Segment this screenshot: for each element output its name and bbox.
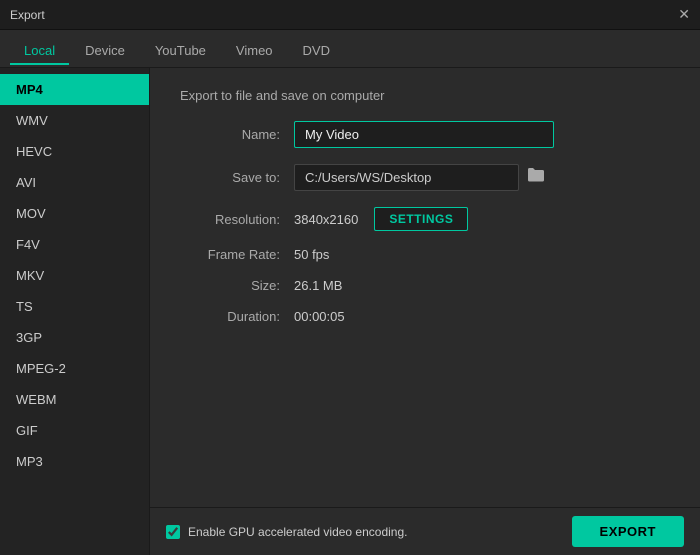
folder-button[interactable] bbox=[527, 167, 545, 188]
content-wrapper: Export to file and save on computer Name… bbox=[150, 68, 700, 555]
gpu-checkbox[interactable] bbox=[166, 525, 180, 539]
sidebar-item-webm[interactable]: WEBM bbox=[0, 384, 149, 415]
export-button[interactable]: EXPORT bbox=[572, 516, 684, 547]
settings-button[interactable]: SETTINGS bbox=[374, 207, 468, 231]
name-row: Name: bbox=[180, 121, 670, 148]
bottom-bar: Enable GPU accelerated video encoding. E… bbox=[150, 507, 700, 555]
main-container: MP4 WMV HEVC AVI MOV F4V MKV TS 3GP MPEG… bbox=[0, 68, 700, 555]
frame-rate-label: Frame Rate: bbox=[180, 247, 280, 262]
close-button[interactable]: ✕ bbox=[678, 6, 690, 23]
resolution-row: Resolution: 3840x2160 SETTINGS bbox=[180, 207, 670, 231]
gpu-checkbox-text: Enable GPU accelerated video encoding. bbox=[188, 525, 407, 539]
title-bar: Export ✕ bbox=[0, 0, 700, 30]
duration-value: 00:00:05 bbox=[294, 309, 345, 324]
sidebar-item-3gp[interactable]: 3GP bbox=[0, 322, 149, 353]
sidebar-item-mkv[interactable]: MKV bbox=[0, 260, 149, 291]
name-input[interactable] bbox=[294, 121, 554, 148]
gpu-checkbox-label[interactable]: Enable GPU accelerated video encoding. bbox=[166, 525, 407, 539]
save-to-container bbox=[294, 164, 545, 191]
sidebar: MP4 WMV HEVC AVI MOV F4V MKV TS 3GP MPEG… bbox=[0, 68, 150, 555]
name-label: Name: bbox=[180, 127, 280, 142]
content-panel: Export to file and save on computer Name… bbox=[150, 68, 700, 507]
tab-dvd[interactable]: DVD bbox=[289, 38, 344, 65]
sidebar-item-avi[interactable]: AVI bbox=[0, 167, 149, 198]
resolution-container: 3840x2160 SETTINGS bbox=[294, 207, 468, 231]
tab-device[interactable]: Device bbox=[71, 38, 139, 65]
resolution-label: Resolution: bbox=[180, 212, 280, 227]
sidebar-item-ts[interactable]: TS bbox=[0, 291, 149, 322]
tab-bar: Local Device YouTube Vimeo DVD bbox=[0, 30, 700, 68]
size-label: Size: bbox=[180, 278, 280, 293]
tab-local[interactable]: Local bbox=[10, 38, 69, 65]
window-title: Export bbox=[10, 8, 45, 22]
size-value: 26.1 MB bbox=[294, 278, 342, 293]
sidebar-item-gif[interactable]: GIF bbox=[0, 415, 149, 446]
frame-rate-value: 50 fps bbox=[294, 247, 329, 262]
duration-row: Duration: 00:00:05 bbox=[180, 309, 670, 324]
sidebar-item-mpeg2[interactable]: MPEG-2 bbox=[0, 353, 149, 384]
save-to-input[interactable] bbox=[294, 164, 519, 191]
section-title: Export to file and save on computer bbox=[180, 88, 670, 103]
sidebar-item-wmv[interactable]: WMV bbox=[0, 105, 149, 136]
save-to-label: Save to: bbox=[180, 170, 280, 185]
sidebar-item-f4v[interactable]: F4V bbox=[0, 229, 149, 260]
tab-vimeo[interactable]: Vimeo bbox=[222, 38, 287, 65]
duration-label: Duration: bbox=[180, 309, 280, 324]
frame-rate-row: Frame Rate: 50 fps bbox=[180, 247, 670, 262]
save-to-row: Save to: bbox=[180, 164, 670, 191]
sidebar-item-hevc[interactable]: HEVC bbox=[0, 136, 149, 167]
resolution-value: 3840x2160 bbox=[294, 212, 358, 227]
size-row: Size: 26.1 MB bbox=[180, 278, 670, 293]
sidebar-item-mp4[interactable]: MP4 bbox=[0, 74, 149, 105]
sidebar-item-mov[interactable]: MOV bbox=[0, 198, 149, 229]
sidebar-item-mp3[interactable]: MP3 bbox=[0, 446, 149, 477]
tab-youtube[interactable]: YouTube bbox=[141, 38, 220, 65]
